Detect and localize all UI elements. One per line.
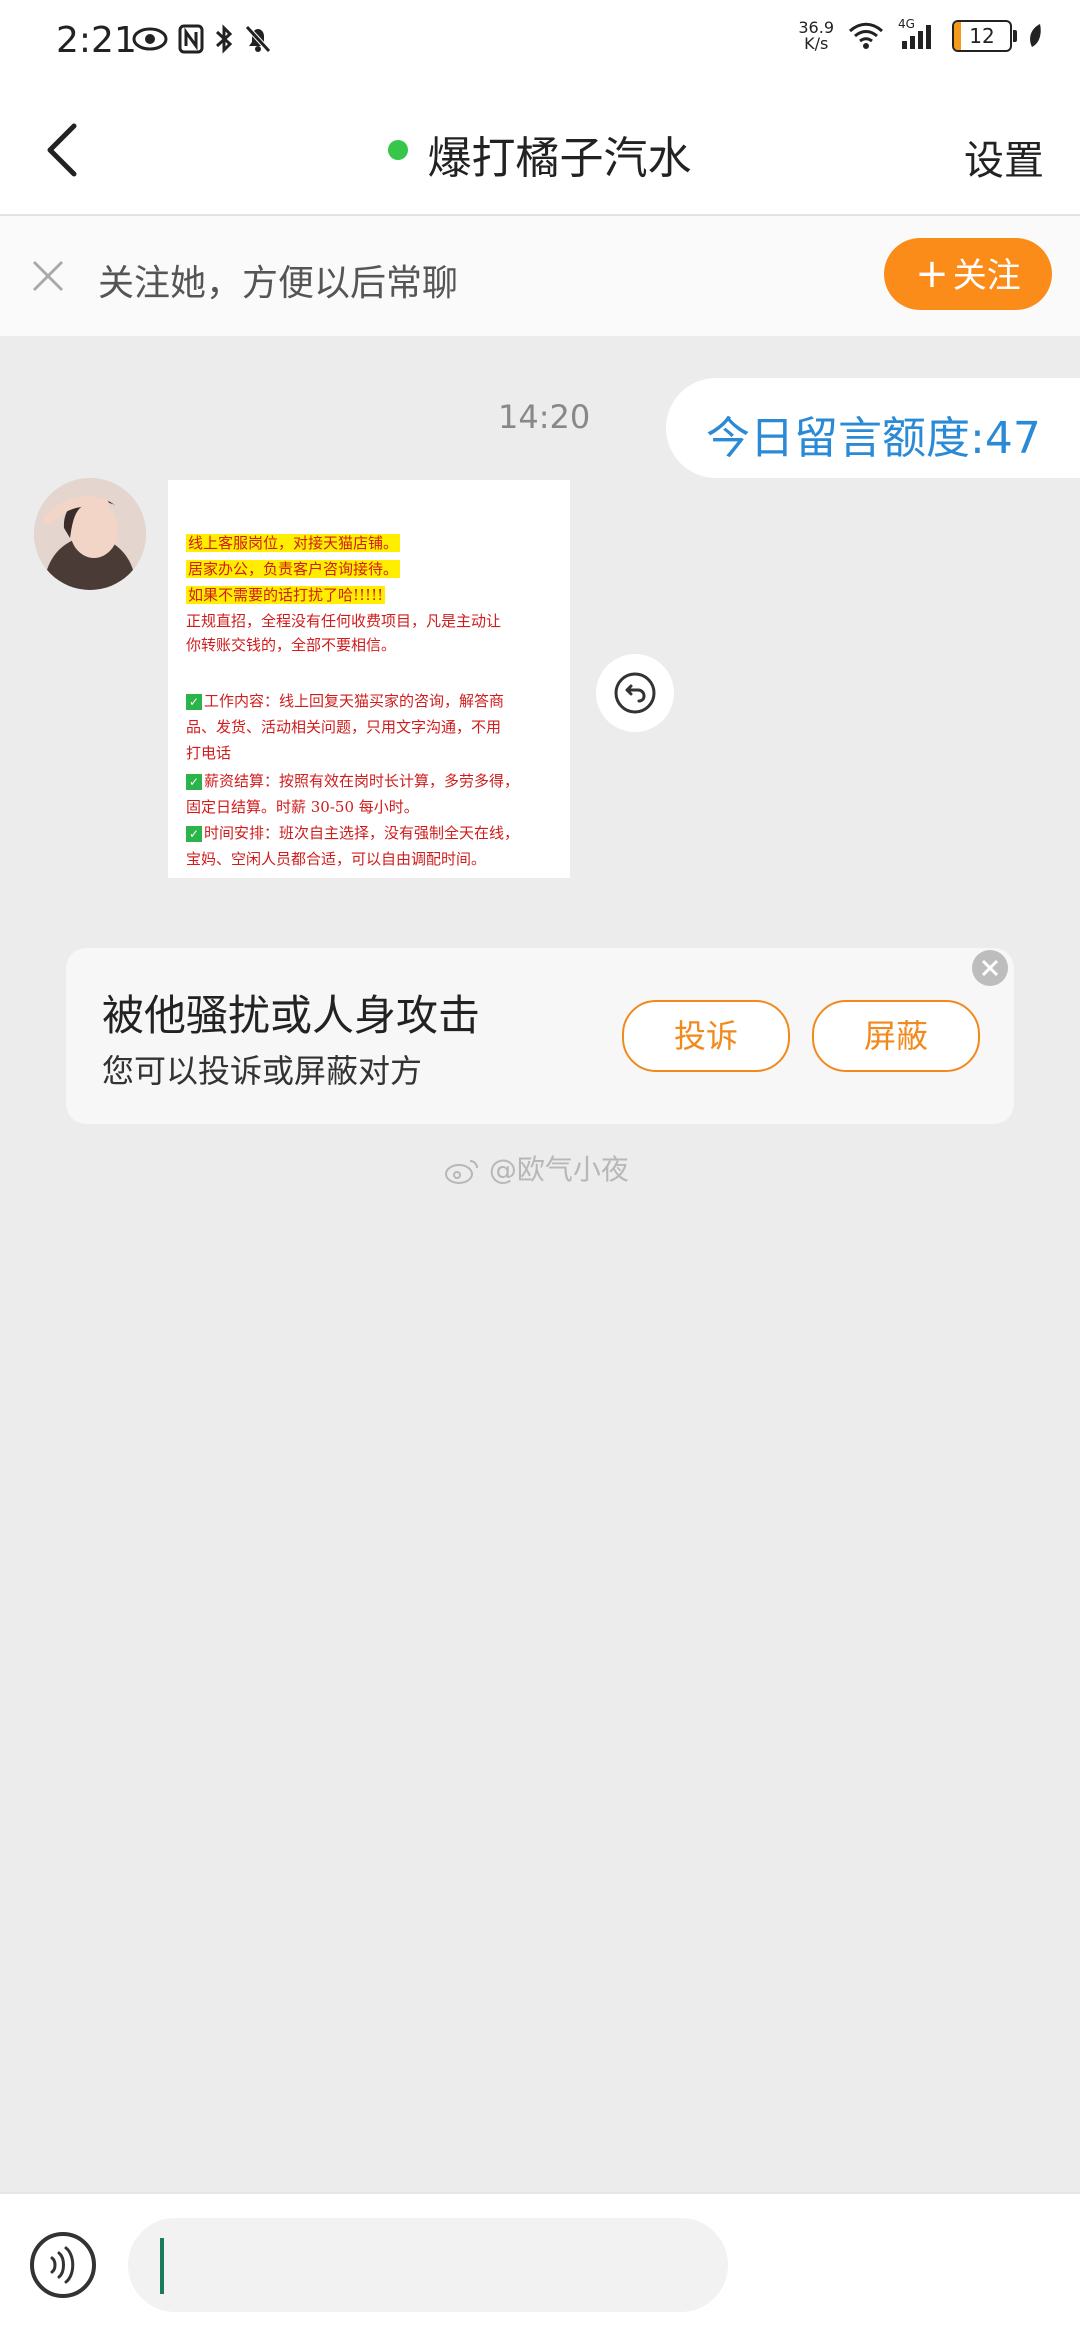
image-text-line: 你转账交钱的，全部不要相信。 [186, 636, 397, 654]
quota-message-text: 今日留言额度:47 [706, 413, 1041, 464]
status-icons-left [132, 24, 272, 54]
weibo-icon [445, 1160, 478, 1184]
wifi-icon [848, 22, 884, 49]
image-text-line: 线上客服岗位，对接天猫店铺。 [186, 534, 401, 552]
quota-message-bubble[interactable]: 今日留言额度:47 [666, 378, 1080, 478]
voice-input-button[interactable] [30, 2232, 96, 2298]
eye-icon [132, 27, 168, 51]
image-text-line: 居家办公，负责客户咨询接待。 [186, 560, 401, 578]
mute-bell-icon [245, 25, 271, 53]
chat-title: 爆打橘子汽水 [427, 133, 692, 184]
settings-button[interactable]: 设置 [964, 128, 1044, 186]
battery-indicator: 12 [952, 20, 1017, 52]
avatar[interactable] [34, 478, 146, 590]
image-text-line: 品、发货、活动相关问题，只用文字沟通，不用 [186, 718, 502, 736]
checkmark-icon: ✓ [186, 774, 202, 790]
checkmark-icon: ✓ [186, 694, 202, 710]
report-card-subtitle: 您可以投诉或屏蔽对方 [102, 1052, 423, 1090]
image-text-line: 如果不需要的话打扰了哈!!!!! [186, 586, 386, 604]
chat-title-wrap: 爆打橘子汽水 [0, 122, 1080, 186]
message-timestamp: 14:20 [498, 398, 591, 436]
report-card-title: 被他骚扰或人身攻击 [102, 991, 481, 1040]
cellular-signal-icon: 4G [898, 17, 938, 51]
message-input[interactable] [128, 2218, 728, 2312]
chat-header: 爆打橘子汽水 设置 [0, 86, 1080, 216]
image-message[interactable]: 线上客服岗位，对接天猫店铺。 居家办公，负责客户咨询接待。 如果不需要的话打扰了… [168, 480, 570, 878]
undo-icon [614, 672, 656, 714]
nfc-icon [178, 24, 204, 54]
complain-button[interactable]: 投诉 [622, 1000, 790, 1072]
close-icon [981, 959, 999, 977]
watermark: @欧气小夜 [444, 1148, 629, 1188]
image-text-line: ✓ 工作内容：线上回复天猫买家的咨询，解答商 [186, 690, 504, 711]
recall-button[interactable] [596, 654, 674, 732]
checkmark-icon: ✓ [186, 826, 202, 842]
network-speed: 36.9 K/s [798, 18, 834, 53]
leaf-icon [1030, 24, 1041, 47]
avatar-image [34, 478, 146, 590]
watermark-text: @欧气小夜 [488, 1153, 629, 1186]
follow-prompt-text: 关注她，方便以后常聊 [98, 263, 459, 304]
follow-button-label: 关注 [952, 256, 1021, 296]
bluetooth-icon [215, 24, 233, 54]
plus-icon: + [915, 251, 949, 297]
image-text-line: 宝妈、空闲人员都合适，可以自由调配时间。 [186, 850, 487, 868]
block-button[interactable]: 屏蔽 [812, 1000, 980, 1072]
image-text-line: 打电话 [186, 744, 232, 762]
online-status-dot [388, 140, 409, 160]
close-icon[interactable] [28, 256, 68, 296]
image-text-line: ✓ 时间安排：班次自主选择，没有强制全天在线， [186, 822, 519, 843]
follow-button[interactable]: + 关注 [884, 238, 1052, 310]
text-caret [160, 2238, 164, 2294]
follow-banner: 关注她，方便以后常聊 + 关注 [0, 216, 1080, 336]
battery-fill [954, 22, 961, 50]
status-time: 2:21 [56, 20, 137, 61]
close-card-button[interactable] [972, 950, 1008, 986]
harassment-report-card: 被他骚扰或人身攻击 您可以投诉或屏蔽对方 投诉 屏蔽 [66, 948, 1014, 1124]
status-bar: 2:21 36.9 K/s 4G 12 [0, 0, 1080, 86]
image-text-line: 固定日结算。时薪 30-50 每小时。 [186, 798, 419, 816]
voice-icon [50, 2246, 75, 2284]
image-text-line: ✓ 薪资结算：按照有效在岗时长计算，多劳多得， [186, 770, 519, 791]
image-text-line: 正规直招，全程没有任何收费项目，凡是主动让 [186, 612, 502, 630]
status-icons-right: 36.9 K/s 4G 12 [798, 17, 1044, 53]
input-bar [0, 2192, 1080, 2333]
